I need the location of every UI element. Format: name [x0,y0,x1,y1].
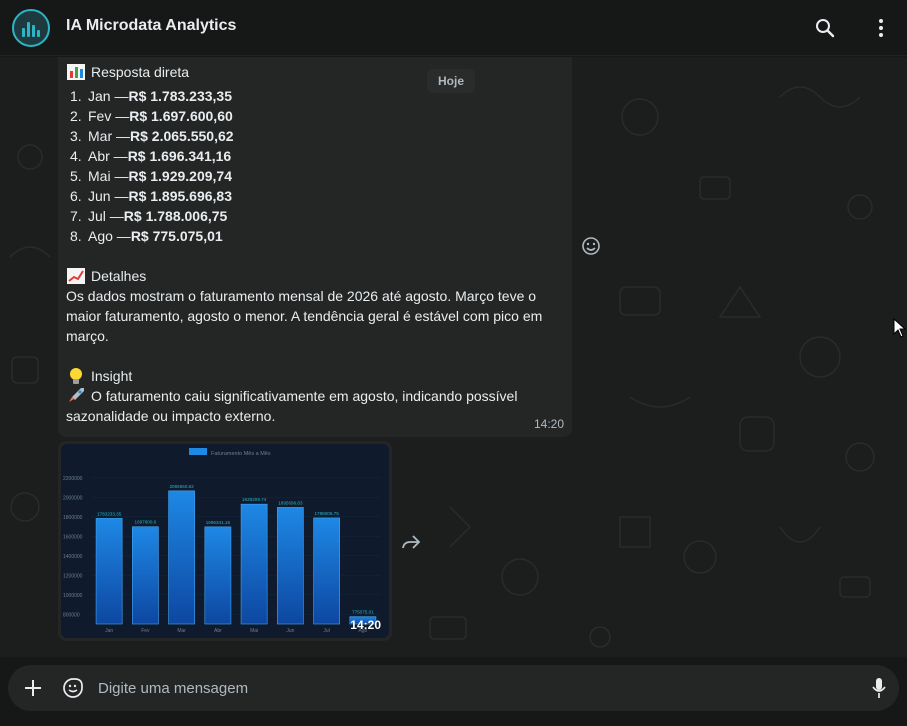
y-tick-label: 1800000 [63,515,83,521]
bar-jun [277,507,304,625]
image-message-time: 14:20 [350,618,381,632]
bar-mar [168,490,195,625]
chart-image[interactable]: Faturamento Mês a Mês 800000 1000000 120000… [61,444,389,638]
x-tick-label: Jun [286,628,294,634]
bar-chart: Faturamento Mês a Mês 800000 1000000 120000… [63,448,381,634]
bar-value-label: 1696341.16 [206,520,231,525]
x-tick-label: Jan [105,628,113,634]
bar-mai [240,503,268,625]
bar-value-label: 2065550.62 [169,484,194,489]
message-input[interactable] [98,676,838,700]
section1-title: Resposta direta [91,64,190,80]
y-tick-label: 2000000 [63,495,83,501]
x-tick-label: Jul [323,628,329,634]
message-time: 14:20 [533,417,564,431]
forward-icon[interactable] [400,532,422,552]
y-tick-label: 1000000 [63,593,83,599]
bot-message-bubble: Resposta direta 1. Jan — R$ 1.783.233,35 2… [58,57,572,437]
emoji-react-icon[interactable] [581,236,601,256]
lightbulb-emoji-icon [66,367,86,385]
bar-value-label: 1929209.74 [242,497,267,502]
revenue-list: 1. Jan — R$ 1.783.233,35 2. Fev — R$ 1.697.… [66,86,564,246]
section3-title: Insight [91,368,133,384]
y-tick-label: 1400000 [63,554,83,560]
y-tick-label: 1600000 [63,534,83,540]
avatar[interactable] [12,9,50,47]
bar-value-label: 1895696.83 [278,500,303,505]
bar-value-label: 1788006.75 [314,511,339,516]
chart-logo-icon [22,22,40,37]
image-message-bubble[interactable]: Faturamento Mês a Mês 800000 1000000 120000… [58,441,392,641]
y-tick-label: 800000 [63,612,80,618]
revenue-item: 8. Ago — R$ 775.075,01 [70,228,223,244]
chat-header: IA Microdata Analytics [0,0,907,56]
revenue-item: 1. Jan — R$ 1.783.233,35 [70,88,232,104]
bar-jul [313,517,340,625]
mouse-cursor [893,317,907,343]
revenue-item: 6. Jun — R$ 1.895.696,83 [70,188,232,204]
line-chart-emoji-icon [66,267,86,285]
search-icon[interactable] [813,16,837,40]
bar-abr [204,526,232,625]
details-text: Os dados mostram o faturamento mensal de… [66,288,543,344]
bar-value-label: 1697600.6 [135,520,157,525]
bar-fev [132,526,159,625]
mic-icon[interactable] [867,676,891,700]
section-resposta: Resposta direta [66,62,564,82]
legend-swatch [189,448,207,455]
chat-area[interactable]: Resposta direta 1. Jan — R$ 1.783.233,35 2… [0,57,907,657]
y-tick-label: 1200000 [63,573,83,579]
bar-jan [95,518,123,625]
legend-label: Faturamento Mês a Mês [211,451,271,457]
section2-title: Detalhes [91,268,147,284]
bar-value-label: 775075.01 [352,610,374,615]
plus-icon[interactable] [21,676,45,700]
revenue-item: 5. Mai — R$ 1.929.209,74 [70,168,232,184]
revenue-item: 4. Abr — R$ 1.696.341,16 [70,148,232,164]
revenue-item: 2. Fev — R$ 1.697.600,60 [70,108,233,124]
chat-title[interactable]: IA Microdata Analytics [66,17,236,35]
x-tick-label: Mai [250,628,258,634]
section-insight: Insight [66,366,564,386]
section-detalhes: Detalhes [66,266,564,286]
day-chip: Hoje [427,69,475,93]
input-bar [8,665,899,711]
bar-value-label: 1783233.35 [97,511,122,516]
y-tick-label: 2200000 [63,476,83,482]
x-tick-label: Fev [141,628,150,634]
composer [0,657,907,726]
kebab-menu-icon[interactable] [869,16,893,40]
bar-chart-emoji-icon [66,63,86,81]
revenue-item: 3. Mar — R$ 2.065.550,62 [70,128,234,144]
x-tick-label: Abr [214,628,222,634]
rocket-emoji-icon [66,386,86,404]
sticker-icon[interactable] [61,676,85,700]
x-tick-label: Mar [177,628,186,634]
revenue-item: 7. Jul — R$ 1.788.006,75 [70,208,228,224]
insight-text: O faturamento caiu significativamente em… [66,386,518,424]
